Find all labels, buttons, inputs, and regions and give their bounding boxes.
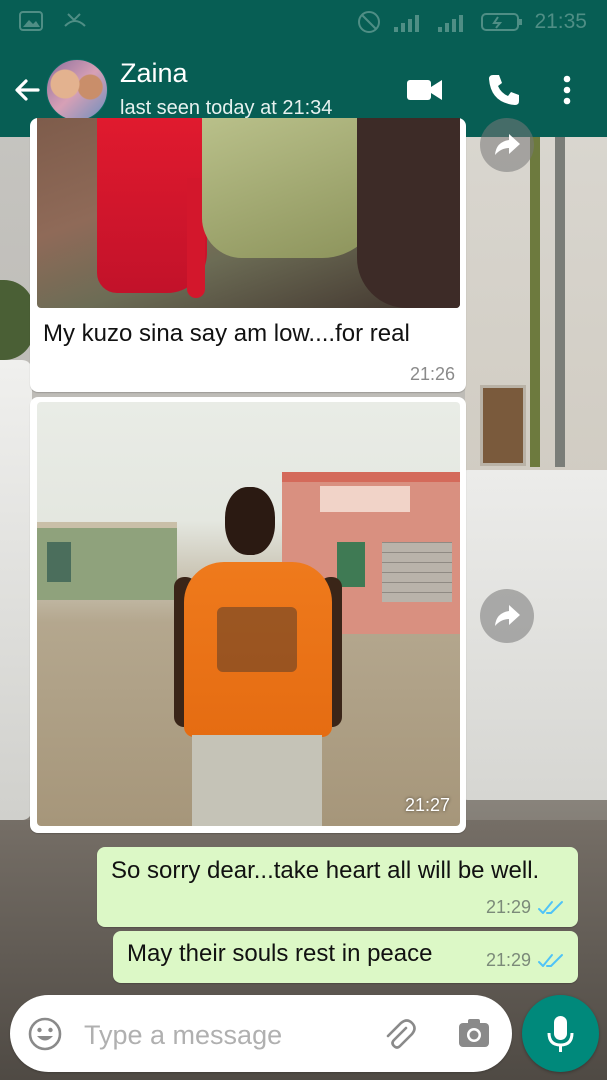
- wallpaper-window: [480, 385, 526, 466]
- microphone-icon: [547, 1016, 574, 1052]
- photo-detail: [357, 118, 460, 308]
- incoming-image-message[interactable]: My kuzo sina say am low....for real 21:2…: [30, 118, 466, 392]
- message-time: 21:29: [485, 950, 531, 970]
- wallpaper-tree: [0, 280, 34, 360]
- back-arrow-icon[interactable]: [8, 70, 48, 110]
- smiley-icon[interactable]: [26, 1015, 64, 1053]
- wallpaper-pipe: [555, 137, 565, 467]
- video-camera-icon[interactable]: [405, 75, 445, 105]
- status-bar: 21:35: [0, 0, 607, 42]
- message-input[interactable]: [82, 1017, 366, 1053]
- photo-detail: [217, 607, 297, 672]
- camera-icon[interactable]: [456, 1016, 492, 1052]
- message-meta: 21:29: [486, 897, 565, 918]
- more-vertical-icon[interactable]: [555, 72, 579, 108]
- photo-detail: [202, 118, 382, 258]
- message-time: 21:27: [404, 795, 450, 815]
- message-time: 21:26: [409, 364, 455, 384]
- wallpaper-pipe: [530, 137, 540, 467]
- photo-detail: [225, 487, 275, 555]
- photo-detail: [47, 542, 71, 582]
- paperclip-icon[interactable]: [380, 1015, 418, 1053]
- status-time: 21:35: [534, 10, 587, 33]
- contact-name[interactable]: Zaina: [120, 58, 188, 89]
- wallpaper-truck: [0, 360, 32, 820]
- outgoing-text-message[interactable]: So sorry dear...take heart all will be w…: [97, 847, 578, 927]
- last-seen-status: last seen today at 21:34: [120, 97, 333, 119]
- battery-icon: [481, 13, 523, 31]
- incoming-image-message[interactable]: 21:27: [30, 397, 466, 833]
- photo-detail: [320, 486, 410, 512]
- contact-avatar[interactable]: [46, 59, 108, 121]
- photo-detail: [337, 542, 365, 587]
- forward-arrow-icon: [495, 134, 520, 155]
- photo-detail: [382, 542, 452, 602]
- message-composer: [10, 995, 512, 1072]
- message-text: So sorry dear...take heart all will be w…: [111, 857, 540, 884]
- message-photo[interactable]: [37, 118, 460, 308]
- phone-icon[interactable]: [486, 72, 522, 108]
- signal-icon: [438, 15, 464, 32]
- forward-arrow-icon: [495, 605, 520, 626]
- do-not-disturb-icon: [358, 11, 381, 33]
- missed-call-icon: [64, 13, 86, 27]
- signal-icon: [394, 15, 420, 32]
- photo-detail: [192, 735, 322, 826]
- microphone-button[interactable]: [522, 995, 599, 1072]
- forward-button[interactable]: [480, 118, 534, 172]
- image-caption: My kuzo sina say am low....for real: [43, 320, 410, 347]
- read-receipt-icon: [538, 953, 563, 967]
- message-meta: 21:29: [486, 950, 565, 971]
- message-photo[interactable]: [37, 402, 460, 826]
- outgoing-text-message[interactable]: May their souls rest in peace 21:29: [113, 931, 578, 983]
- message-time: 21:29: [485, 897, 531, 917]
- read-receipt-icon: [538, 900, 563, 914]
- forward-button[interactable]: [480, 589, 534, 643]
- message-text: May their souls rest in peace: [127, 940, 433, 967]
- image-notification-icon: [19, 11, 43, 31]
